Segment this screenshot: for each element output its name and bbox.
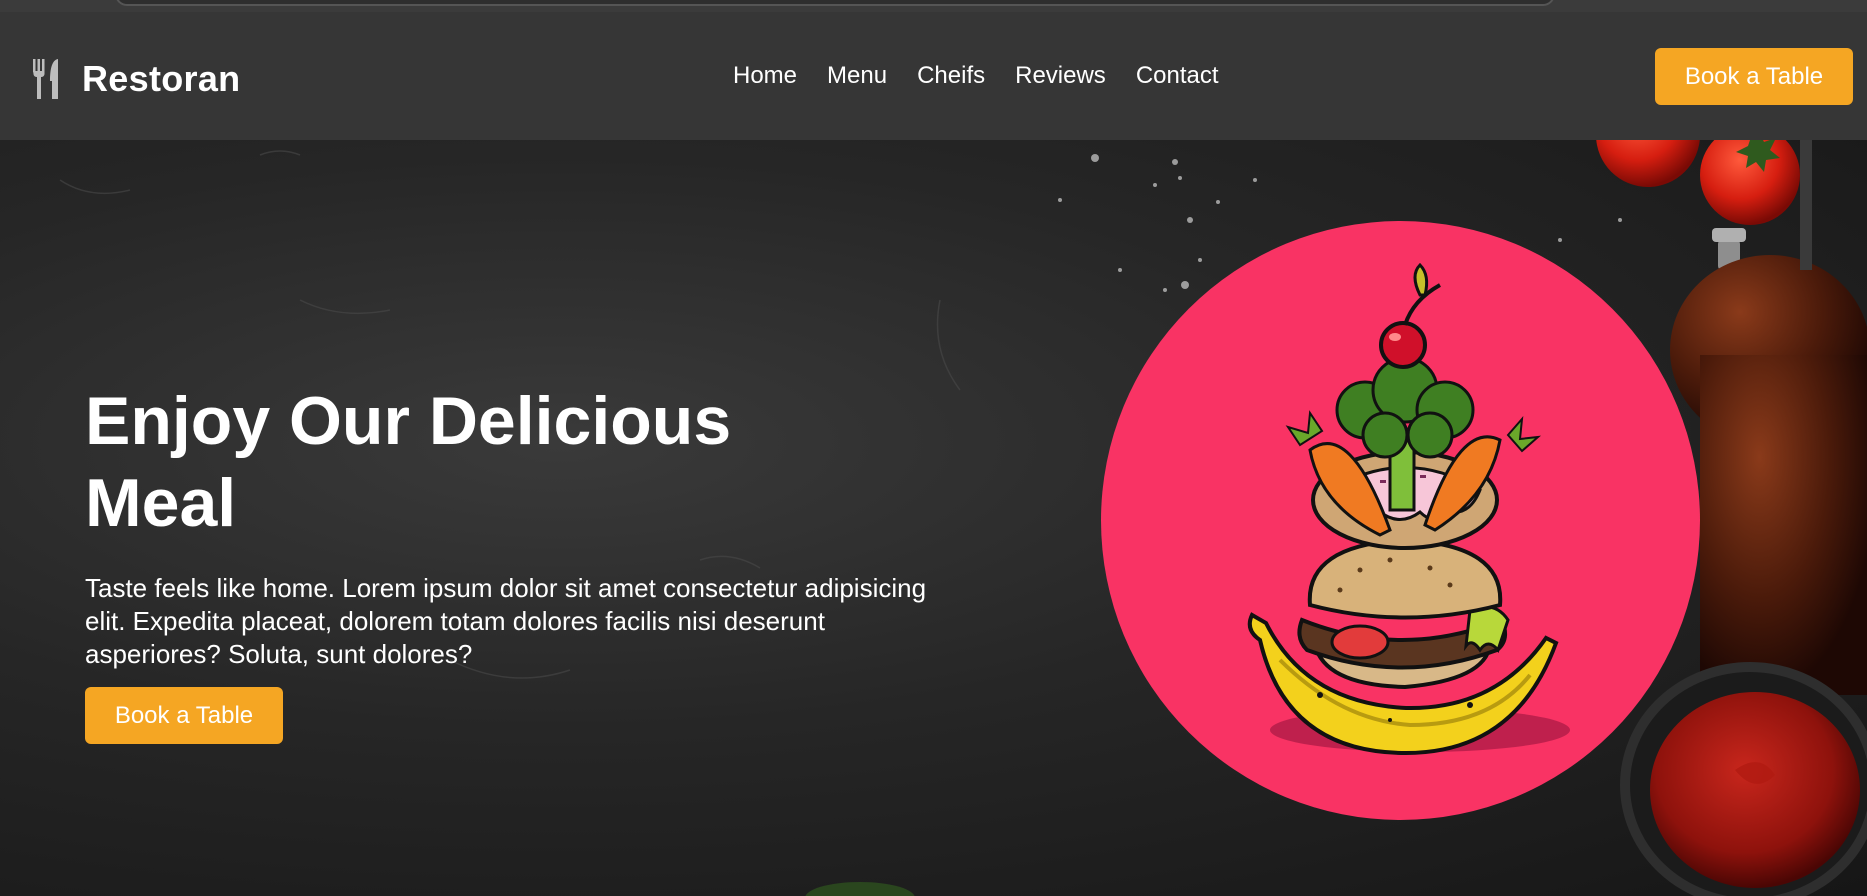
nav-item-cheifs[interactable]: Cheifs (917, 62, 985, 90)
address-bar-edge (115, 0, 1555, 6)
brand-name: Restoran (82, 58, 241, 99)
hero-section: Enjoy Our Delicious Meal Taste feels lik… (0, 140, 1867, 896)
utensils-icon (33, 59, 58, 99)
brand[interactable]: Restoran (30, 58, 240, 100)
main-nav: Home Menu Cheifs Reviews Contact (733, 62, 1249, 90)
site-header: Restoran Home Menu Cheifs Reviews Contac… (0, 12, 1867, 140)
nav-item-contact[interactable]: Contact (1136, 62, 1219, 90)
nav-item-reviews[interactable]: Reviews (1015, 62, 1106, 90)
browser-top-strip (0, 0, 1867, 12)
hero-title: Enjoy Our Delicious Meal (85, 383, 732, 541)
header-book-table-button[interactable]: Book a Table (1655, 48, 1853, 105)
nav-item-home[interactable]: Home (733, 62, 797, 90)
nav-item-menu[interactable]: Menu (827, 62, 887, 90)
stacked-food-illustration (1247, 262, 1570, 756)
hero-book-table-button[interactable]: Book a Table (85, 687, 283, 744)
hero-description: Taste feels like home. Lorem ipsum dolor… (85, 573, 927, 669)
